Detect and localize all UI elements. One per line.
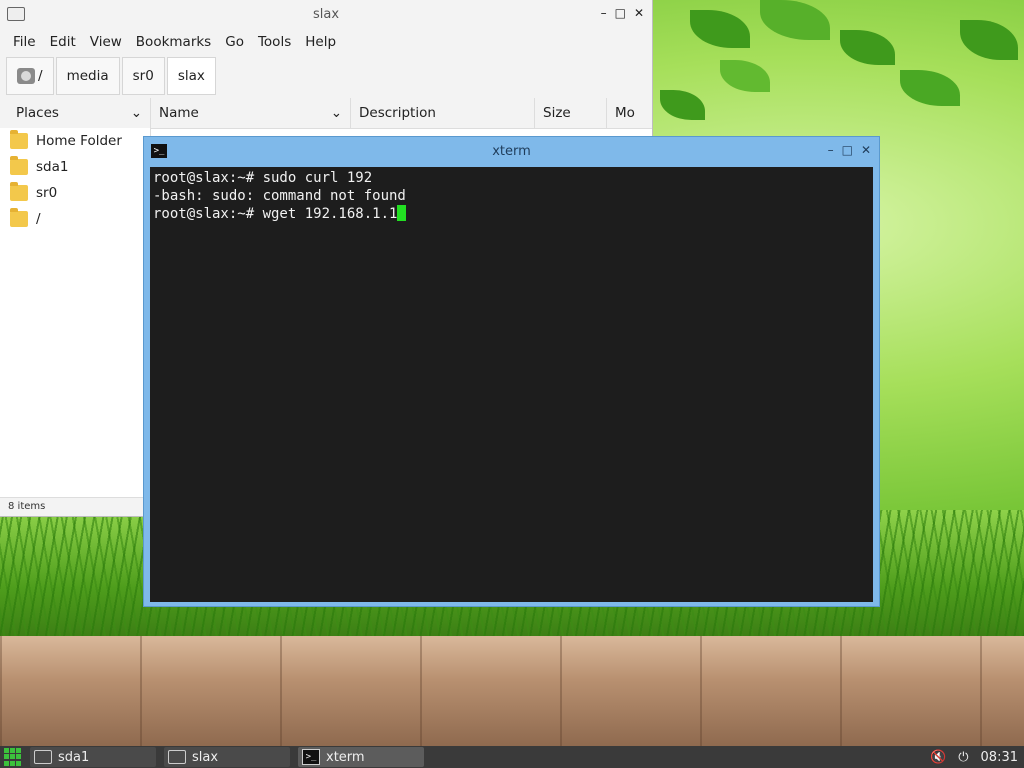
place-sr0[interactable]: sr0 bbox=[0, 180, 150, 206]
breadcrumb-slax[interactable]: slax bbox=[166, 57, 216, 95]
breadcrumb: / media sr0 slax bbox=[0, 54, 652, 98]
folder-icon bbox=[34, 750, 52, 764]
column-label: Name bbox=[159, 105, 199, 121]
folder-icon bbox=[168, 750, 186, 764]
minimize-button[interactable]: – bbox=[601, 6, 607, 20]
place-label: sr0 bbox=[36, 185, 58, 201]
task-slax[interactable]: slax bbox=[164, 747, 290, 767]
menu-file[interactable]: File bbox=[13, 34, 36, 50]
task-xterm[interactable]: >_ xterm bbox=[298, 747, 424, 767]
task-label: xterm bbox=[326, 749, 365, 765]
chevron-down-icon[interactable]: ⌄ bbox=[131, 105, 142, 121]
terminal-line: -bash: sudo: command not found bbox=[153, 188, 406, 204]
column-description[interactable]: Description bbox=[351, 98, 535, 128]
place-label: Home Folder bbox=[36, 133, 122, 149]
drive-icon bbox=[17, 68, 35, 84]
folder-icon bbox=[10, 208, 28, 227]
place-label: sda1 bbox=[36, 159, 69, 175]
breadcrumb-label: / bbox=[38, 68, 43, 84]
window-title: slax bbox=[312, 7, 340, 22]
column-modified[interactable]: Mo bbox=[607, 98, 647, 128]
system-tray: 🔇 ⏻ 08:31 bbox=[930, 750, 1024, 765]
menu-tools[interactable]: Tools bbox=[258, 34, 291, 50]
menu-bar: File Edit View Bookmarks Go Tools Help bbox=[0, 30, 652, 54]
place-label: / bbox=[36, 211, 41, 227]
column-name[interactable]: Name ⌄ bbox=[151, 98, 351, 128]
taskbar: sda1 slax >_ xterm 🔇 ⏻ 08:31 bbox=[0, 746, 1024, 768]
task-sda1[interactable]: sda1 bbox=[30, 747, 156, 767]
xterm-titlebar[interactable]: >_ xterm – □ ✕ bbox=[144, 137, 879, 165]
task-label: slax bbox=[192, 749, 219, 765]
minimize-button[interactable]: – bbox=[828, 143, 834, 157]
file-list-header: Name ⌄ Description Size Mo bbox=[151, 98, 652, 129]
breadcrumb-sr0[interactable]: sr0 bbox=[121, 57, 165, 95]
menu-bookmarks[interactable]: Bookmarks bbox=[136, 34, 211, 50]
window-title: xterm bbox=[492, 144, 531, 159]
terminal-line: root@slax:~# sudo curl 192 bbox=[153, 170, 373, 186]
folder-icon bbox=[10, 182, 28, 201]
place-home-folder[interactable]: Home Folder bbox=[0, 128, 150, 154]
column-size[interactable]: Size bbox=[535, 98, 607, 128]
terminal-line: root@slax:~# wget 192.168.1.1 bbox=[153, 205, 870, 223]
xterm-window[interactable]: >_ xterm – □ ✕ root@slax:~# sudo curl 19… bbox=[143, 136, 880, 607]
places-header[interactable]: Places ⌄ bbox=[0, 98, 150, 128]
power-icon[interactable]: ⏻ bbox=[958, 750, 968, 765]
maximize-button[interactable]: □ bbox=[842, 143, 853, 157]
maximize-button[interactable]: □ bbox=[615, 6, 626, 20]
close-button[interactable]: ✕ bbox=[861, 143, 871, 157]
folder-icon bbox=[10, 130, 28, 149]
terminal-area[interactable]: root@slax:~# sudo curl 192 -bash: sudo: … bbox=[150, 167, 873, 602]
close-button[interactable]: ✕ bbox=[634, 6, 644, 20]
file-manager-titlebar[interactable]: slax – □ ✕ bbox=[0, 0, 652, 30]
terminal-cursor bbox=[397, 205, 407, 221]
volume-muted-icon[interactable]: 🔇 bbox=[930, 750, 946, 765]
place-sda1[interactable]: sda1 bbox=[0, 154, 150, 180]
menu-help[interactable]: Help bbox=[305, 34, 336, 50]
terminal-icon: >_ bbox=[302, 749, 320, 765]
place-root[interactable]: / bbox=[0, 206, 150, 232]
folder-icon bbox=[10, 156, 28, 175]
desktop-wood-floor bbox=[0, 636, 1024, 746]
breadcrumb-root[interactable]: / bbox=[6, 57, 54, 95]
chevron-down-icon: ⌄ bbox=[330, 105, 342, 121]
start-menu-icon[interactable] bbox=[4, 748, 22, 766]
breadcrumb-media[interactable]: media bbox=[55, 57, 120, 95]
task-label: sda1 bbox=[58, 749, 90, 765]
menu-view[interactable]: View bbox=[90, 34, 122, 50]
places-header-label: Places bbox=[16, 105, 59, 121]
clock[interactable]: 08:31 bbox=[981, 750, 1018, 765]
terminal-command: root@slax:~# wget 192.168.1.1 bbox=[153, 206, 398, 222]
places-sidebar: Places ⌄ Home Folder sda1 sr0 / bbox=[0, 98, 151, 498]
menu-go[interactable]: Go bbox=[225, 34, 244, 50]
menu-edit[interactable]: Edit bbox=[50, 34, 76, 50]
